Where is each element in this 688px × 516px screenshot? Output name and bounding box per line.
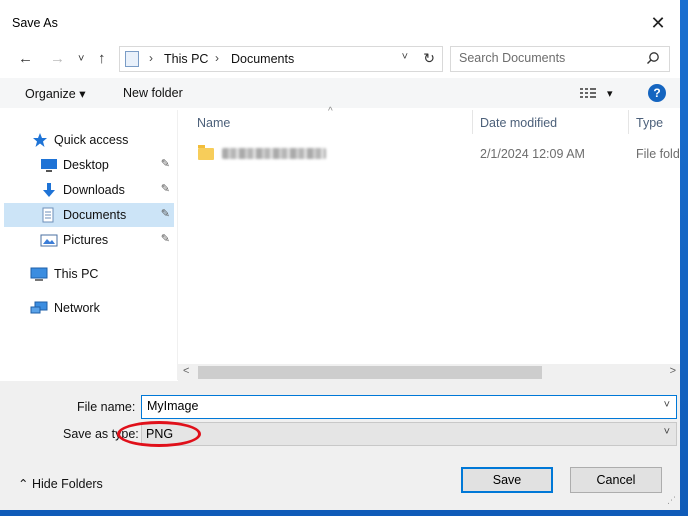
address-bar[interactable]: › This PC › Documents ˅ ↻ xyxy=(119,46,443,72)
sidebar-item-label: Network xyxy=(54,301,100,315)
pane-divider[interactable] xyxy=(177,110,178,380)
address-dropdown-icon[interactable]: ˅ xyxy=(402,51,408,63)
refresh-icon[interactable]: ↻ xyxy=(423,50,435,67)
star-icon xyxy=(33,133,47,147)
file-name-input[interactable] xyxy=(142,396,647,416)
address-row: ← → ˅ ↑ › This PC › Documents ˅ ↻ xyxy=(0,44,680,74)
breadcrumb-documents[interactable]: Documents xyxy=(231,52,294,66)
title-bar: Save As ✕ xyxy=(0,0,680,44)
documents-icon xyxy=(42,207,54,223)
pin-icon[interactable]: ✎ xyxy=(161,232,170,245)
sidebar-item-label: Quick access xyxy=(54,133,129,147)
pictures-icon xyxy=(40,234,58,247)
sidebar-item-label: This PC xyxy=(54,267,99,281)
documents-folder-icon xyxy=(125,51,139,67)
sidebar-item-label: Desktop xyxy=(63,158,109,172)
breadcrumb-separator-icon: › xyxy=(149,51,153,65)
cancel-button[interactable]: Cancel xyxy=(570,467,662,493)
resize-grip-icon[interactable]: ⋰ xyxy=(667,495,676,506)
sidebar-item-label: Documents xyxy=(63,208,127,222)
command-bar: Organize ▾ New folder ▾ ? xyxy=(0,78,680,108)
sidebar-item-network[interactable]: Network xyxy=(4,296,174,320)
network-icon xyxy=(30,301,48,314)
column-header-name[interactable]: Name xyxy=(197,116,230,130)
file-name-combobox: ˅ xyxy=(141,395,677,419)
horizontal-scrollbar[interactable]: < > xyxy=(178,364,680,381)
view-options-icon[interactable] xyxy=(579,86,601,100)
table-row[interactable]: 2/1/2024 12:09 AM File fold xyxy=(190,144,688,166)
column-header-type[interactable]: Type xyxy=(636,116,663,130)
save-button[interactable]: Save xyxy=(461,467,553,493)
sidebar-item-quick-access[interactable]: Quick access xyxy=(4,128,174,152)
blurred-folder-name xyxy=(222,148,326,159)
back-arrow-icon[interactable]: ← xyxy=(18,50,33,67)
column-header-date-modified[interactable]: Date modified xyxy=(480,116,557,130)
file-name-dropdown-icon[interactable]: ˅ xyxy=(664,399,670,411)
close-icon[interactable]: ✕ xyxy=(636,8,680,38)
pin-icon[interactable]: ✎ xyxy=(161,182,170,195)
save-as-type-dropdown-icon[interactable]: ˅ xyxy=(664,426,670,438)
view-dropdown-icon[interactable]: ▾ xyxy=(607,87,613,100)
save-options-panel: File name: ˅ Save as type: PNG ˅ ⌃ Hide … xyxy=(0,381,680,510)
file-date-modified: 2/1/2024 12:09 AM xyxy=(480,147,585,161)
recent-locations-chevron-icon[interactable]: ˅ xyxy=(78,53,84,65)
breadcrumb-this-pc[interactable]: This PC xyxy=(164,52,208,66)
scrollbar-thumb[interactable] xyxy=(198,366,542,379)
highlight-annotation-oval xyxy=(117,421,201,447)
file-type: File fold xyxy=(636,147,680,161)
new-folder-button[interactable]: New folder xyxy=(123,86,183,100)
search-box xyxy=(450,46,670,72)
sidebar-item-documents[interactable]: Documents ✎ xyxy=(4,203,174,227)
column-separator[interactable] xyxy=(472,110,473,134)
folder-icon xyxy=(198,145,214,160)
window-title: Save As xyxy=(12,16,58,30)
pin-icon[interactable]: ✎ xyxy=(161,157,170,170)
search-icon[interactable] xyxy=(646,51,660,65)
column-separator[interactable] xyxy=(628,110,629,134)
file-list: ^ Name Date modified Type 2/1/2024 12:09… xyxy=(180,106,680,380)
sidebar-item-label: Pictures xyxy=(63,233,109,247)
save-as-dialog: Save As ✕ ← → ˅ ↑ › This PC › Documents … xyxy=(0,0,680,510)
sidebar-item-downloads[interactable]: Downloads ✎ xyxy=(4,178,174,202)
hide-folders-button[interactable]: ⌃ Hide Folders xyxy=(18,476,103,491)
sidebar-item-label: Downloads xyxy=(63,183,125,197)
download-icon xyxy=(43,183,55,197)
sidebar-item-desktop[interactable]: Desktop ✎ xyxy=(4,153,174,177)
pin-icon[interactable]: ✎ xyxy=(161,207,170,220)
navigation-pane: Quick access Desktop ✎ Downloads ✎ Docum… xyxy=(0,110,176,380)
desktop-icon xyxy=(41,159,57,172)
search-input[interactable] xyxy=(451,47,645,69)
computer-icon xyxy=(30,267,48,281)
forward-arrow-icon[interactable]: → xyxy=(50,50,65,67)
up-arrow-icon[interactable]: ↑ xyxy=(98,50,106,67)
save-as-type-select[interactable]: PNG ˅ xyxy=(141,422,677,446)
sidebar-item-this-pc[interactable]: This PC xyxy=(4,262,174,286)
scroll-right-icon[interactable]: > xyxy=(670,365,676,377)
scroll-left-icon[interactable]: < xyxy=(183,365,189,377)
help-icon[interactable]: ? xyxy=(648,84,666,102)
file-name-label: File name: xyxy=(77,400,136,414)
sort-ascending-icon: ^ xyxy=(328,106,333,117)
breadcrumb-separator-icon: › xyxy=(215,51,219,65)
sidebar-item-pictures[interactable]: Pictures ✎ xyxy=(4,228,174,252)
organize-button[interactable]: Organize ▾ xyxy=(25,86,85,101)
